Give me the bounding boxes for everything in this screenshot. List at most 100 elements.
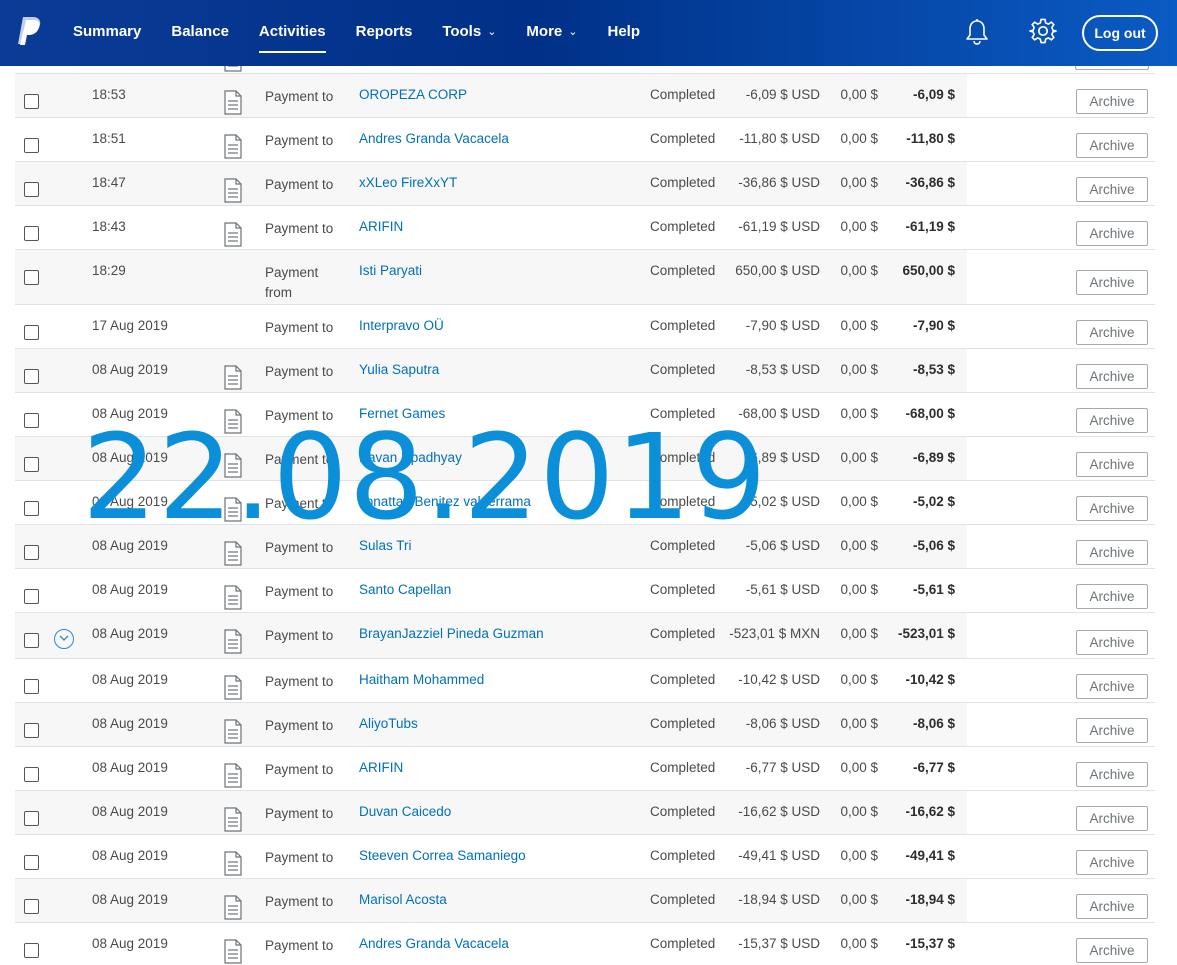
archive-button[interactable]: Archive — [1076, 270, 1148, 295]
table-row[interactable]: 18:43 Payment to ARIFIN Completed -61,19 $ U… — [15, 206, 1155, 250]
nav-item-tools[interactable]: Tools ⌄ — [427, 0, 511, 66]
counterparty-link[interactable]: Andres Granda Vacacela — [359, 936, 509, 951]
row-checkbox[interactable] — [24, 226, 39, 241]
archive-button[interactable]: Archive — [1076, 938, 1148, 963]
document-icon[interactable] — [224, 453, 242, 478]
counterparty-link[interactable]: Andres Granda Vacacela — [359, 131, 509, 146]
document-icon[interactable] — [224, 178, 242, 203]
document-icon[interactable] — [224, 719, 242, 744]
document-icon[interactable] — [224, 497, 242, 522]
row-checkbox[interactable] — [24, 943, 39, 958]
table-row[interactable]: 18:51 Payment to Andres Granda Vacacela Com… — [15, 118, 1155, 162]
counterparty-link[interactable]: Jonattan Benitez valderrama — [359, 494, 531, 509]
archive-button[interactable]: Archive — [1076, 850, 1148, 875]
logout-button[interactable]: Log out — [1082, 15, 1158, 51]
table-row[interactable]: 08 Aug 2019 Payment to Pavan Upadhyay Compl… — [15, 437, 1155, 481]
archive-button[interactable]: Archive — [1076, 89, 1148, 114]
archive-button[interactable]: Archive — [1076, 364, 1148, 389]
document-icon[interactable] — [224, 939, 242, 964]
gear-icon[interactable] — [1029, 17, 1057, 45]
row-checkbox[interactable] — [24, 325, 39, 340]
counterparty-link[interactable]: Fernet Games — [359, 406, 445, 421]
table-row[interactable]: 08 Aug 2019 Payment to Haitham Mohammed Com… — [15, 659, 1155, 703]
nav-item-more[interactable]: More ⌄ — [511, 0, 592, 66]
table-row[interactable]: 08 Aug 2019 Payment to Andres Granda Vacac… — [15, 923, 1155, 965]
table-row[interactable]: 08 Aug 2019 Payment to AliyoTubs Completed -… — [15, 703, 1155, 747]
table-row[interactable]: 18:47 Payment to xXLeo FireXxYT Completed -3… — [15, 162, 1155, 206]
nav-item-help[interactable]: Help — [592, 0, 655, 66]
row-checkbox[interactable] — [24, 899, 39, 914]
nav-item-balance[interactable]: Balance — [156, 0, 244, 66]
document-icon[interactable] — [224, 541, 242, 566]
archive-button[interactable]: Archive — [1076, 452, 1148, 477]
row-checkbox[interactable] — [24, 457, 39, 472]
document-icon[interactable] — [224, 895, 242, 920]
row-checkbox[interactable] — [24, 94, 39, 109]
row-checkbox[interactable] — [24, 138, 39, 153]
table-row[interactable]: 17 Aug 2019 Payment to Interpravo OÜ Comple… — [15, 305, 1155, 349]
counterparty-link[interactable]: Interpravo OÜ — [359, 318, 444, 333]
counterparty-link[interactable]: Pavan Upadhyay — [359, 450, 462, 465]
archive-button[interactable]: Archive — [1076, 894, 1148, 919]
counterparty-link[interactable]: Haitham Mohammed — [359, 672, 484, 687]
table-row[interactable]: 18:29 Payment from Isti Paryati Completed 65… — [15, 250, 1155, 305]
document-icon[interactable] — [224, 222, 242, 247]
document-icon[interactable] — [224, 365, 242, 390]
row-checkbox[interactable] — [24, 369, 39, 384]
table-row[interactable]: 08 Aug 2019 Payment to Jonattan Benitez va… — [15, 481, 1155, 525]
row-checkbox[interactable] — [24, 855, 39, 870]
row-checkbox[interactable] — [24, 413, 39, 428]
row-checkbox[interactable] — [24, 767, 39, 782]
archive-button[interactable]: Archive — [1076, 806, 1148, 831]
chevron-down-icon[interactable] — [54, 629, 74, 649]
document-icon[interactable] — [224, 675, 242, 700]
row-checkbox[interactable] — [24, 723, 39, 738]
document-icon[interactable] — [224, 851, 242, 876]
archive-button[interactable]: Archive — [1076, 177, 1148, 202]
counterparty-link[interactable]: Sulas Tri — [359, 538, 412, 553]
table-row[interactable]: 08 Aug 2019 Payment to BrayanJazziel Pined… — [15, 613, 1155, 659]
paypal-logo[interactable] — [16, 16, 42, 46]
counterparty-link[interactable]: Santo Capellan — [359, 582, 451, 597]
archive-button[interactable]: Archive — [1076, 630, 1148, 655]
table-row[interactable]: 08 Aug 2019 Payment to Fernet Games Complet… — [15, 393, 1155, 437]
document-icon[interactable] — [224, 585, 242, 610]
table-row[interactable]: 08 Aug 2019 Payment to Sulas Tri Completed -… — [15, 525, 1155, 569]
archive-button[interactable]: Archive — [1076, 221, 1148, 246]
archive-button[interactable]: Archive — [1076, 133, 1148, 158]
counterparty-link[interactable]: Duvan Caicedo — [359, 804, 451, 819]
table-row[interactable]: 08 Aug 2019 Payment to Duvan Caicedo Comple… — [15, 791, 1155, 835]
row-checkbox[interactable] — [24, 679, 39, 694]
table-row[interactable]: 08 Aug 2019 Payment to Santo Capellan Compl… — [15, 569, 1155, 613]
archive-button[interactable]: Archive — [1076, 762, 1148, 787]
row-checkbox[interactable] — [24, 633, 39, 648]
table-row[interactable]: 08 Aug 2019 Payment to ARIFIN Completed -6,7… — [15, 747, 1155, 791]
counterparty-link[interactable]: Marisol Acosta — [359, 892, 447, 907]
table-row[interactable]: 08 Aug 2019 Payment to Steeven Correa Sama… — [15, 835, 1155, 879]
archive-button[interactable]: Archive — [1076, 674, 1148, 699]
row-checkbox[interactable] — [24, 545, 39, 560]
document-icon[interactable] — [224, 90, 242, 115]
document-icon[interactable] — [224, 629, 242, 654]
counterparty-link[interactable]: Yulia Saputra — [359, 362, 439, 377]
archive-button[interactable]: Archive — [1076, 718, 1148, 743]
table-row[interactable]: 08 Aug 2019 Payment to Yulia Saputra Comple… — [15, 349, 1155, 393]
archive-button[interactable]: Archive — [1076, 540, 1148, 565]
counterparty-link[interactable]: xXLeo FireXxYT — [359, 175, 457, 190]
counterparty-link[interactable]: BrayanJazziel Pineda Guzman — [359, 626, 544, 641]
archive-button[interactable]: Archive — [1076, 584, 1148, 609]
archive-button[interactable]: Archive — [1076, 408, 1148, 433]
archive-button[interactable]: Archive — [1076, 320, 1148, 345]
document-icon[interactable] — [224, 763, 242, 788]
table-row[interactable]: 18:53 Payment to OROPEZA CORP Completed -6,0… — [15, 74, 1155, 118]
bell-icon[interactable] — [964, 18, 990, 46]
table-row[interactable]: 08 Aug 2019 Payment to Marisol Acosta Compl… — [15, 879, 1155, 923]
document-icon[interactable] — [224, 134, 242, 159]
nav-item-activities[interactable]: Activities — [244, 0, 341, 66]
row-checkbox[interactable] — [24, 501, 39, 516]
counterparty-link[interactable]: Isti Paryati — [359, 263, 422, 278]
row-checkbox[interactable] — [24, 811, 39, 826]
row-checkbox[interactable] — [24, 589, 39, 604]
archive-button[interactable]: Archive — [1076, 496, 1148, 521]
row-checkbox[interactable] — [24, 270, 39, 285]
